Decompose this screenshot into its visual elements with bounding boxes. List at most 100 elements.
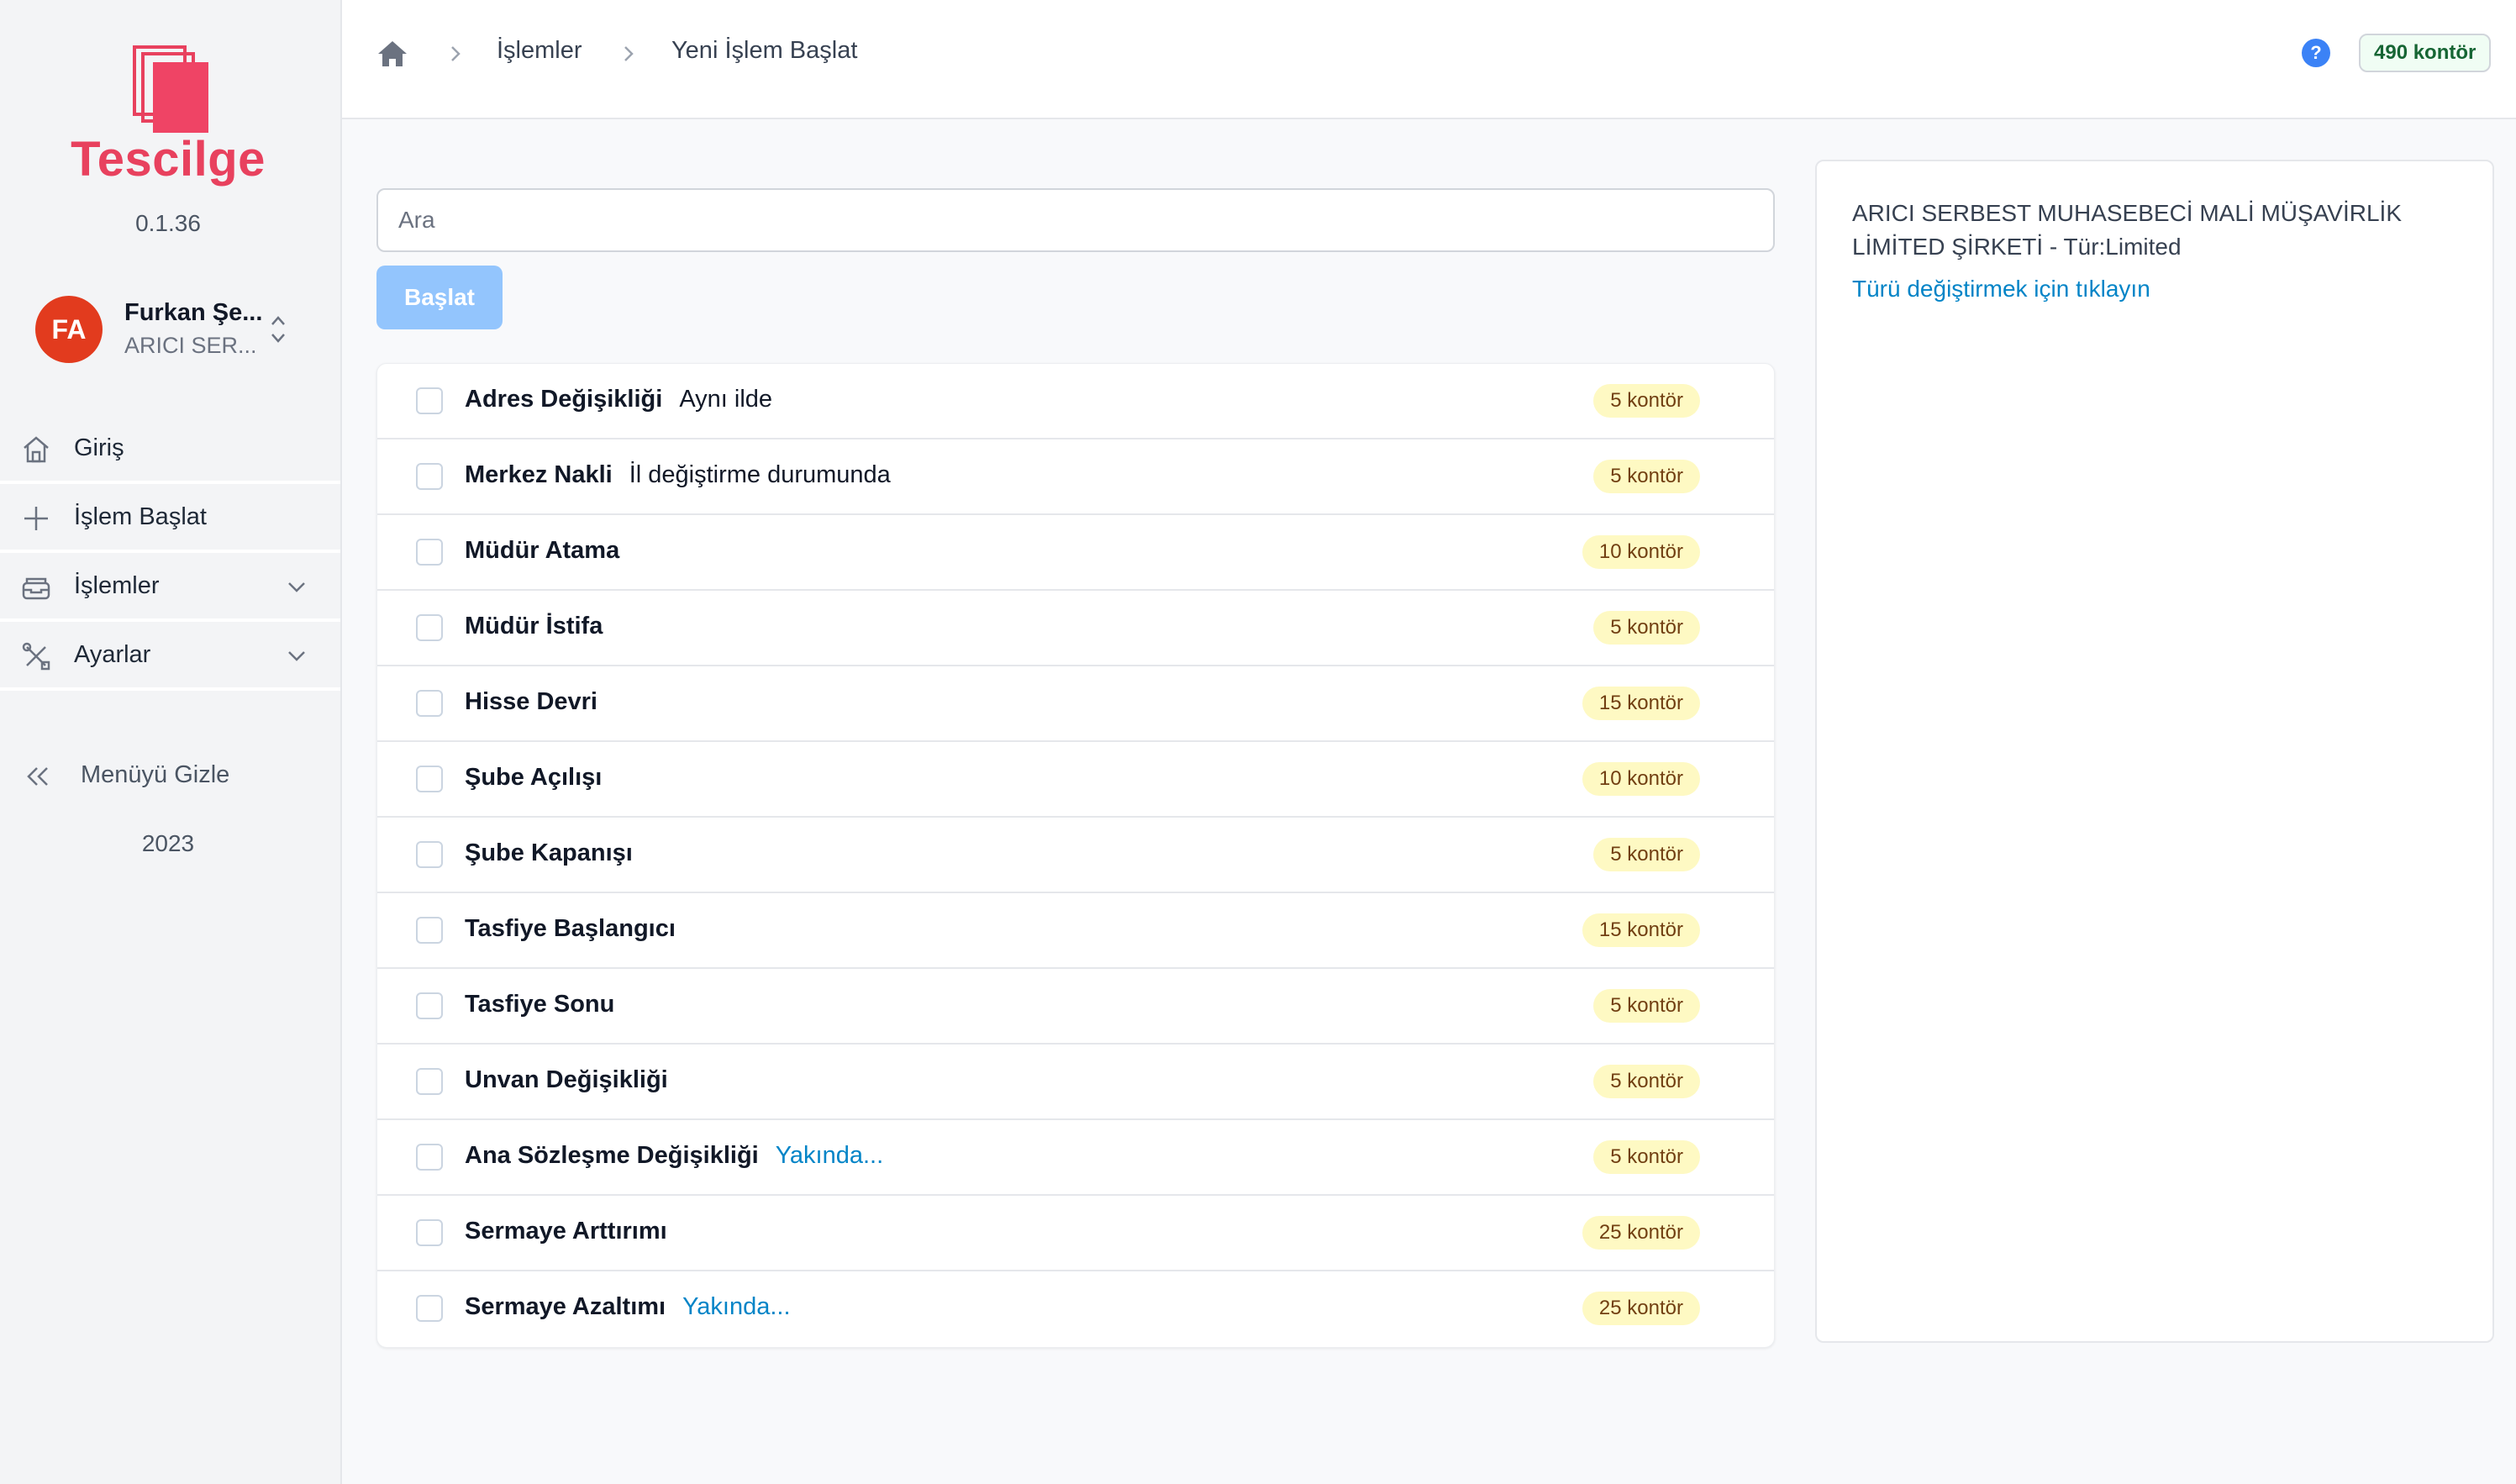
operation-label: Müdür Atama: [465, 537, 620, 564]
list-item[interactable]: Müdür Atama 10 kontör: [377, 515, 1774, 591]
company-panel: ARICI SERBEST MUHASEBECİ MALİ MÜŞAVİRLİK…: [1815, 160, 2494, 1343]
chevron-up-down-icon[interactable]: [269, 313, 287, 346]
operation-label: Adres Değişikliği: [465, 386, 663, 413]
list-item[interactable]: Ana Sözleşme Değişikliği Yakında... 5 kont…: [377, 1120, 1774, 1196]
top-bar: İşlemler Yeni İşlem Başlat ? 490 kontör: [342, 0, 2516, 119]
sidebar-item-ayarlar[interactable]: Ayarlar: [0, 622, 340, 691]
list-item[interactable]: Adres Değişikliği Aynı ilde 5 kontör: [377, 364, 1774, 439]
list-item[interactable]: Tasfiye Sonu 5 kontör: [377, 969, 1774, 1045]
home-icon[interactable]: [376, 37, 409, 71]
list-item[interactable]: Tasfiye Başlangıcı 15 kontör: [377, 893, 1774, 969]
operation-checkbox[interactable]: [416, 1068, 443, 1095]
sidebar-item-islemler[interactable]: İşlemler: [0, 553, 340, 622]
sidebar-item-label: Giriş: [74, 434, 124, 461]
operation-label: Ana Sözleşme Değişikliği: [465, 1142, 759, 1169]
chevron-double-left-icon: [27, 767, 48, 786]
sidebar-nav: Giriş İşlem Başlat İşlemler Ayarlar: [0, 415, 340, 691]
operation-checkbox[interactable]: [416, 614, 443, 641]
operation-checkbox[interactable]: [416, 1219, 443, 1246]
list-item[interactable]: Merkez Nakli İl değiştirme durumunda 5 kon…: [377, 439, 1774, 515]
chevron-down-icon: [288, 651, 305, 661]
cost-badge: 10 kontör: [1582, 535, 1700, 569]
operation-name: Merkez Nakli İl değiştirme durumunda: [465, 461, 891, 489]
avatar: FA: [35, 296, 103, 363]
user-name: Furkan Şe...: [124, 299, 263, 326]
breadcrumb-islemler[interactable]: İşlemler: [497, 37, 582, 65]
operation-name: Sermaye Azaltımı Yakında...: [465, 1293, 791, 1321]
operation-label: Şube Kapanışı: [465, 839, 633, 866]
user-switcher[interactable]: FA Furkan Şe... ARICI SER...: [35, 296, 304, 363]
operation-name: Tasfiye Başlangıcı: [465, 915, 676, 943]
breadcrumb-current: Yeni İşlem Başlat: [671, 37, 858, 64]
operation-checkbox[interactable]: [416, 387, 443, 414]
cost-badge: 5 kontör: [1593, 989, 1700, 1023]
operation-name: Tasfiye Sonu: [465, 991, 614, 1018]
cost-badge: 15 kontör: [1582, 687, 1700, 720]
list-item[interactable]: Unvan Değişikliği 5 kontör: [377, 1045, 1774, 1120]
chevron-down-icon: [288, 582, 305, 592]
home-icon: [24, 436, 49, 463]
tools-icon: [22, 642, 50, 671]
operation-checkbox[interactable]: [416, 766, 443, 792]
operation-checkbox[interactable]: [416, 841, 443, 868]
cost-badge: 5 kontör: [1593, 611, 1700, 645]
hide-menu-button[interactable]: Menüyü Gizle: [24, 760, 326, 793]
cost-badge: 25 kontör: [1582, 1216, 1700, 1250]
hide-menu-label: Menüyü Gizle: [81, 761, 230, 788]
sidebar-item-label: İşlemler: [74, 571, 160, 599]
coming-soon-label: Yakında...: [682, 1293, 791, 1320]
cost-badge: 15 kontör: [1582, 913, 1700, 947]
list-item[interactable]: Şube Açılışı 10 kontör: [377, 742, 1774, 818]
operation-checkbox[interactable]: [416, 992, 443, 1019]
cost-badge: 5 kontör: [1593, 838, 1700, 871]
operation-name: Unvan Değişikliği: [465, 1066, 668, 1094]
sidebar-item-islem-baslat[interactable]: İşlem Başlat: [0, 484, 340, 553]
help-icon[interactable]: ?: [2302, 39, 2330, 67]
operation-name: Sermaye Arttırımı: [465, 1218, 667, 1245]
chevron-right-icon: [624, 46, 634, 61]
operation-label: Sermaye Azaltımı: [465, 1293, 666, 1320]
operation-name: Ana Sözleşme Değişikliği Yakında...: [465, 1142, 883, 1170]
list-item[interactable]: Sermaye Arttırımı 25 kontör: [377, 1196, 1774, 1271]
start-button[interactable]: Başlat: [376, 266, 503, 329]
company-info: ARICI SERBEST MUHASEBECİ MALİ MÜŞAVİRLİK…: [1852, 200, 2403, 260]
operation-name: Müdür Atama: [465, 537, 619, 565]
operation-checkbox[interactable]: [416, 1295, 443, 1322]
list-item[interactable]: Hisse Devri 15 kontör: [377, 666, 1774, 742]
logo-icon: [133, 45, 208, 133]
operation-name: Şube Açılışı: [465, 764, 602, 792]
operation-checkbox[interactable]: [416, 1144, 443, 1171]
list-item[interactable]: Şube Kapanışı 5 kontör: [377, 818, 1774, 893]
change-type-link[interactable]: Türü değiştirmek için tıklayın: [1852, 276, 2150, 303]
operations-list: Adres Değişikliği Aynı ilde 5 kontör Merkez…: [376, 363, 1775, 1348]
operation-name: Şube Kapanışı: [465, 839, 633, 867]
sidebar-item-giris[interactable]: Giriş: [0, 415, 340, 484]
operation-label: Unvan Değişikliği: [465, 1066, 668, 1093]
cost-badge: 5 kontör: [1593, 460, 1700, 493]
operation-checkbox[interactable]: [416, 917, 443, 944]
operation-label: Merkez Nakli: [465, 461, 613, 488]
cost-badge: 5 kontör: [1593, 1140, 1700, 1174]
app-version: 0.1.36: [135, 210, 201, 236]
operation-note: İl değiştirme durumunda: [629, 461, 891, 488]
operation-label: Sermaye Arttırımı: [465, 1218, 667, 1245]
operation-checkbox[interactable]: [416, 463, 443, 490]
operation-label: Tasfiye Sonu: [465, 991, 615, 1018]
inbox-icon: [22, 577, 50, 600]
footer-year: 2023: [141, 830, 195, 856]
operation-name: Müdür İstifa: [465, 613, 603, 640]
cost-badge: 5 kontör: [1593, 1065, 1700, 1098]
search-input[interactable]: [376, 188, 1775, 252]
user-company: ARICI SER...: [124, 333, 257, 358]
list-item[interactable]: Müdür İstifa 5 kontör: [377, 591, 1774, 666]
list-item[interactable]: Sermaye Azaltımı Yakında... 25 kontör: [377, 1271, 1774, 1347]
operation-checkbox[interactable]: [416, 690, 443, 717]
credit-balance-badge: 490 kontör: [2359, 34, 2492, 72]
sidebar-item-label: Ayarlar: [74, 640, 151, 668]
cost-badge: 10 kontör: [1582, 762, 1700, 796]
operation-label: Tasfiye Başlangıcı: [465, 915, 676, 942]
operation-note: Aynı ilde: [679, 386, 773, 413]
operation-checkbox[interactable]: [416, 539, 443, 566]
operation-label: Hisse Devri: [465, 688, 597, 715]
cost-badge: 25 kontör: [1582, 1292, 1700, 1325]
